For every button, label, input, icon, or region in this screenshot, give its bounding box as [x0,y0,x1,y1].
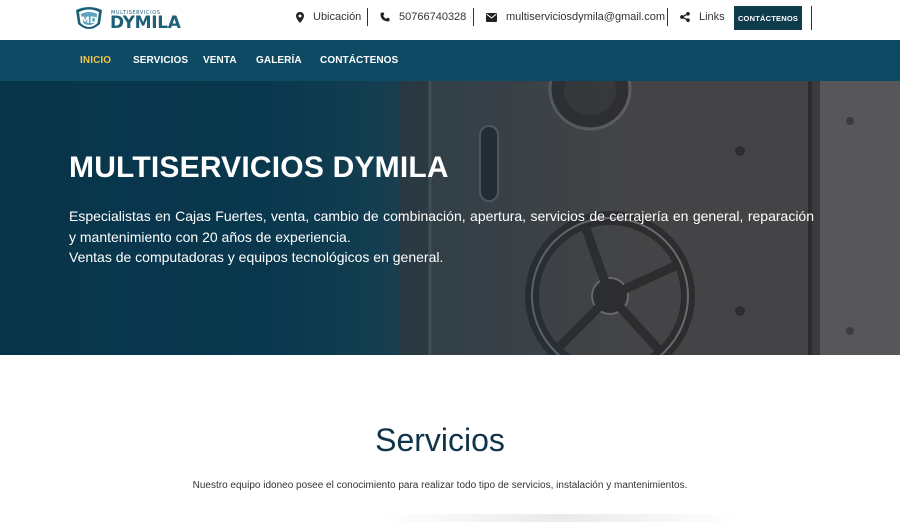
hero-title: MULTISERVICIOS DYMILA [69,151,449,184]
nav-item-contactenos[interactable]: CONTÁCTENOS [320,40,398,81]
main-nav: INICIO SERVICIOS VENTA GALERÍA CONTÁCTEN… [0,40,900,81]
divider [367,8,368,26]
brand-logo[interactable]: MD MULTISERVICIOS DYMILA [73,6,181,34]
share-icon [680,12,690,22]
nav-item-inicio[interactable]: INICIO [80,40,111,81]
nav-item-galeria[interactable]: GALERÍA [256,40,302,81]
section-fade [380,514,740,522]
logo-shield-icon: MD [76,7,102,29]
hero-line-2: Ventas de computadoras y equipos tecnoló… [69,249,444,265]
envelope-icon [486,12,497,22]
logo-name: DYMILA [110,13,181,33]
nav-item-venta[interactable]: VENTA [203,40,237,81]
phone-icon [380,12,390,22]
contact-button[interactable]: CONTÁCTENOS [734,6,802,30]
email-address: multiserviciosdymila@gmail.com [506,11,666,23]
svg-text:MD: MD [81,16,97,26]
divider [667,8,668,26]
links-link[interactable]: Links [680,8,725,26]
hero-description: Especialistas en Cajas Fuertes, venta, c… [69,206,814,268]
hero-line-1: Especialistas en Cajas Fuertes, venta, c… [69,208,814,245]
map-pin-icon [296,11,304,23]
location-label: Ubicación [313,11,362,23]
divider [811,6,812,30]
location-link[interactable]: Ubicación [296,8,361,26]
phone-link[interactable]: 50766740328 [380,8,466,26]
services-subtitle: Nuestro equipo idoneo posee el conocimie… [192,480,688,491]
divider [473,8,474,26]
links-label: Links [699,11,725,23]
top-bar: MD MULTISERVICIOS DYMILA Ubicación 50766… [0,0,900,40]
nav-item-servicios[interactable]: SERVICIOS [133,40,188,81]
email-link[interactable]: multiserviciosdymila@gmail.com [486,8,665,26]
phone-number: 50766740328 [399,11,467,23]
hero-banner: MULTISERVICIOS DYMILA Especialistas en C… [0,81,900,355]
services-heading: Servicios [375,422,505,458]
